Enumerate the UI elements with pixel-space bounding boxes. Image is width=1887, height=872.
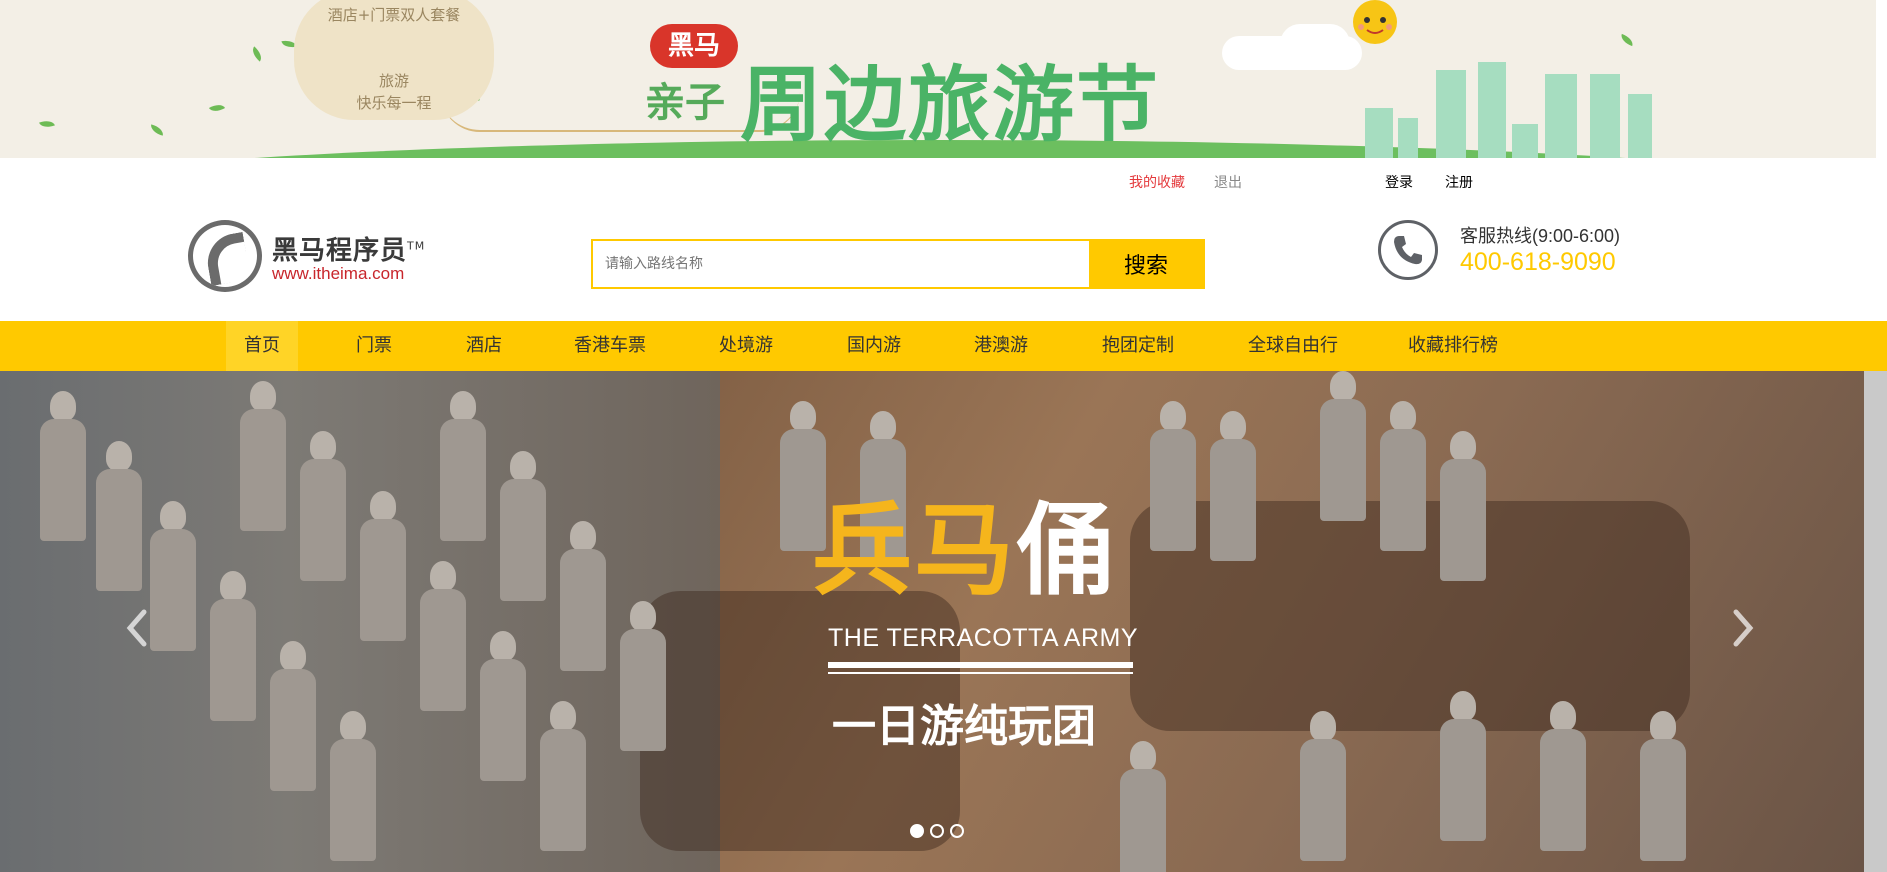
warrior-figure [150, 501, 196, 651]
trademark-symbol: TM [407, 239, 426, 253]
sun-icon [1353, 0, 1397, 44]
slide-title-highlight: 兵马 [812, 492, 1016, 609]
site-logo[interactable]: 黑马程序员TM www.itheima.com [188, 220, 450, 292]
nav-item-home[interactable]: 首页 [226, 321, 298, 371]
promo-bubble: 酒店+门票双人套餐 旅游 快乐每一程 [294, 0, 494, 120]
warrior-figure [210, 571, 256, 721]
warrior-figure [270, 641, 316, 791]
slide-divider [828, 672, 1133, 674]
promo-text: 快乐每一程 [356, 94, 432, 112]
search-box: 搜索 [591, 239, 1205, 289]
warrior-figure [240, 381, 286, 531]
nav-item-group-custom[interactable]: 抱团定制 [1100, 321, 1176, 371]
warrior-figure [420, 561, 466, 711]
hotline-label: 客服热线(9:00-6:00) [1460, 226, 1621, 246]
top-promo-banner[interactable]: 酒店+门票双人套餐 旅游 快乐每一程 黑马 亲子 周边旅游节 [0, 0, 1876, 158]
my-favorites-link[interactable]: 我的收藏 [1129, 172, 1185, 192]
warrior-figure [360, 491, 406, 641]
carousel-indicators [910, 824, 970, 840]
warrior-figure [1440, 431, 1486, 581]
nav-item-global-free-travel[interactable]: 全球自由行 [1246, 321, 1340, 371]
leaf-decoration [149, 124, 165, 136]
warrior-figure [440, 391, 486, 541]
building-decoration [1436, 70, 1466, 158]
warrior-figure [330, 711, 376, 861]
banner-subtitle: 亲子 [645, 80, 725, 126]
slide-divider [828, 662, 1133, 668]
top-links-bar: 我的收藏 退出 登录 注册 [0, 172, 1887, 192]
warrior-figure [500, 451, 546, 601]
leaf-decoration [1619, 33, 1635, 47]
promo-text: 酒店+门票双人套餐 [327, 6, 461, 24]
nav-item-hk-bus-tickets[interactable]: 香港车票 [572, 321, 648, 371]
warrior-figure [1440, 691, 1486, 841]
building-decoration [1512, 124, 1538, 158]
warrior-figure [480, 631, 526, 781]
logo-url: www.itheima.com [272, 264, 405, 283]
register-link[interactable]: 注册 [1445, 172, 1473, 192]
building-decoration [1365, 108, 1393, 158]
slide-subtitle: THE TERRACOTTA ARMY [828, 624, 1139, 652]
leaf-decoration [249, 46, 265, 62]
warrior-figure [1320, 371, 1366, 521]
building-decoration [1590, 74, 1620, 158]
carousel-dot[interactable] [910, 824, 924, 838]
building-decoration [1628, 94, 1652, 158]
warrior-figure [96, 441, 142, 591]
slide-title: 兵马俑 [812, 496, 1118, 606]
horse-logo-icon [188, 220, 262, 292]
phone-icon [1378, 220, 1438, 280]
warrior-figure [300, 431, 346, 581]
search-button[interactable]: 搜索 [1089, 241, 1203, 287]
nav-item-hk-macau-travel[interactable]: 港澳游 [970, 321, 1032, 371]
nav-item-hotels[interactable]: 酒店 [460, 321, 508, 371]
slide-tagline: 一日游纯玩团 [832, 701, 1096, 752]
logo-text-wrapper: 黑马程序员TM [272, 230, 425, 267]
banner-title: 周边旅游节 [740, 58, 1161, 153]
leaf-decoration [39, 117, 55, 131]
warrior-figure [1300, 711, 1346, 861]
hotline-number: 400-618-9090 [1460, 248, 1616, 276]
logout-link[interactable]: 退出 [1214, 172, 1242, 192]
login-link[interactable]: 登录 [1385, 172, 1413, 192]
warrior-figure [1150, 401, 1196, 551]
banner-brand-badge: 黑马 [650, 24, 738, 68]
chevron-left-icon[interactable] [122, 606, 152, 650]
building-decoration [1398, 118, 1418, 158]
warrior-figure [560, 521, 606, 671]
customer-hotline: 客服热线(9:00-6:00) 400-618-9090 [1378, 220, 1678, 284]
nav-item-domestic-travel[interactable]: 国内游 [844, 321, 904, 371]
logo-name: 黑马程序员 [272, 236, 408, 266]
slide-title-rest: 俑 [1016, 492, 1118, 609]
promo-text: 旅游 [378, 72, 409, 90]
carousel-edge [1864, 371, 1887, 872]
warrior-figure [540, 701, 586, 851]
hero-carousel[interactable] [0, 371, 1864, 872]
warrior-figure [1540, 701, 1586, 851]
nav-item-favorites-ranking[interactable]: 收藏排行榜 [1406, 321, 1500, 371]
warrior-figure [1640, 711, 1686, 861]
leaf-decoration [208, 101, 226, 115]
nav-item-tickets[interactable]: 门票 [350, 321, 398, 371]
main-nav: 首页 门票 酒店 香港车票 处境游 国内游 港澳游 抱团定制 全球自由行 收藏排… [0, 321, 1887, 371]
building-decoration [1545, 74, 1577, 158]
warrior-figure [1380, 401, 1426, 551]
chevron-right-icon[interactable] [1728, 606, 1758, 650]
warrior-figure [1210, 411, 1256, 561]
warrior-figure [620, 601, 666, 751]
search-input[interactable] [593, 241, 1091, 287]
building-decoration [1478, 62, 1506, 158]
carousel-dot[interactable] [930, 824, 944, 838]
carousel-dot[interactable] [950, 824, 964, 838]
warrior-figure [40, 391, 86, 541]
warrior-figure [1120, 741, 1166, 872]
nav-item-outbound-travel[interactable]: 处境游 [716, 321, 776, 371]
